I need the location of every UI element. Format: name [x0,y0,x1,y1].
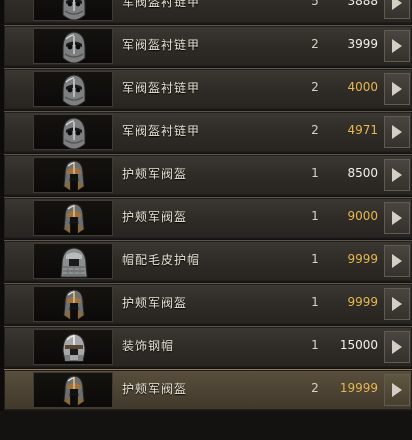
item-name: 军阀盔衬链甲 [122,124,201,138]
item-price: 4971 [347,123,378,137]
item-price: 9999 [347,295,378,309]
item-quantity: 1 [311,295,319,309]
item-quantity: 2 [311,80,319,94]
item-price: 3999 [347,37,378,51]
item-name: 护颊军阀盔 [122,296,188,310]
item-quantity: 1 [311,252,319,266]
item-quantity: 2 [311,123,319,137]
item-quantity: 2 [311,381,319,395]
item-price: 19999 [339,381,378,395]
item-name: 帽配毛皮护帽 [122,253,201,267]
item-name: 军阀盔衬链甲 [122,81,201,95]
buy-button[interactable] [384,159,410,191]
item-row[interactable]: 军阀盔衬链甲 5 3888 [0,0,412,24]
item-thumbnail [33,243,113,279]
item-row[interactable]: 护颊军阀盔 1 9999 [0,283,412,325]
item-price: 9000 [347,209,378,223]
item-name: 护颊军阀盔 [122,382,188,396]
item-quantity: 1 [311,166,319,180]
item-thumbnail [33,200,113,236]
item-row[interactable]: 军阀盔衬链甲 2 3999 [0,25,412,67]
item-row[interactable]: 军阀盔衬链甲 2 4971 [0,111,412,153]
item-row[interactable]: 护颊军阀盔 1 9000 [0,197,412,239]
item-name: 军阀盔衬链甲 [122,0,201,9]
buy-button[interactable] [384,288,410,320]
item-price: 9999 [347,252,378,266]
buy-button[interactable] [384,73,410,105]
item-row[interactable]: 装饰钢帽 1 15000 [0,326,412,368]
buy-button[interactable] [384,245,410,277]
item-quantity: 5 [311,0,319,8]
item-thumbnail [33,372,113,408]
item-quantity: 1 [311,338,319,352]
item-name: 护颊军阀盔 [122,210,188,224]
buy-button[interactable] [384,374,410,406]
trade-item-list: 军阀盔衬链甲 5 3888 军阀盔衬链甲 2 3999 军阀盔衬链甲 2 4000 军阀盔衬链甲 2… [0,0,412,412]
item-row[interactable]: 护颊军阀盔 1 8500 [0,154,412,196]
item-thumbnail [33,28,113,64]
item-thumbnail [33,0,113,21]
item-name: 装饰钢帽 [122,339,175,353]
item-name: 护颊军阀盔 [122,167,188,181]
item-price: 8500 [347,166,378,180]
item-thumbnail [33,286,113,322]
item-row[interactable]: 军阀盔衬链甲 2 4000 [0,68,412,110]
item-thumbnail [33,114,113,150]
item-price: 15000 [339,338,378,352]
buy-button[interactable] [384,0,410,19]
item-row[interactable]: 护颊军阀盔 2 19999 [0,369,412,411]
buy-button[interactable] [384,30,410,62]
buy-button[interactable] [384,202,410,234]
item-quantity: 1 [311,209,319,223]
buy-button[interactable] [384,116,410,148]
buy-button[interactable] [384,331,410,363]
item-quantity: 2 [311,37,319,51]
item-thumbnail [33,329,113,365]
item-thumbnail [33,71,113,107]
item-price: 4000 [347,80,378,94]
item-name: 军阀盔衬链甲 [122,38,201,52]
item-thumbnail [33,157,113,193]
item-row[interactable]: 帽配毛皮护帽 1 9999 [0,240,412,282]
item-price: 3888 [347,0,378,8]
